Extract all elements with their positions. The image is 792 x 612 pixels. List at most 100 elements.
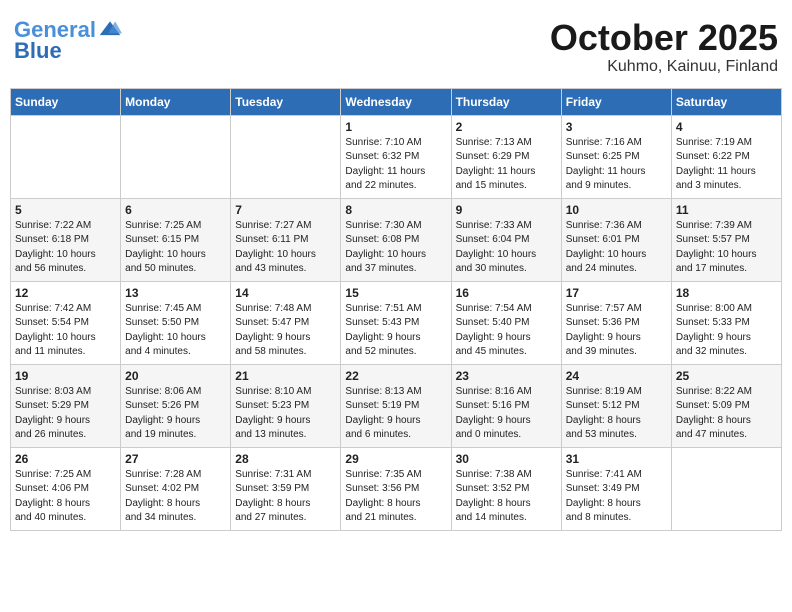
day-info: Sunrise: 7:33 AM Sunset: 6:04 PM Dayligh… — [456, 219, 557, 277]
day-info: Sunrise: 8:10 AM Sunset: 5:23 PM Dayligh… — [235, 385, 336, 443]
calendar-body: 1Sunrise: 7:10 AM Sunset: 6:32 PM Daylig… — [11, 115, 782, 530]
calendar-cell: 17 Sunrise: 7:57 AM Sunset: 5:36 PM Dayli… — [561, 281, 671, 364]
calendar-cell: 24 Sunrise: 8:19 AM Sunset: 5:12 PM Dayli… — [561, 364, 671, 447]
day-number: 29 — [345, 452, 446, 466]
calendar-cell: 8 Sunrise: 7:30 AM Sunset: 6:08 PM Daylig… — [341, 198, 451, 281]
day-number: 28 — [235, 452, 336, 466]
calendar-cell: 22 Sunrise: 8:13 AM Sunset: 5:19 PM Dayli… — [341, 364, 451, 447]
calendar-cell: 11 Sunrise: 7:39 AM Sunset: 5:57 PM Dayli… — [671, 198, 781, 281]
calendar-cell: 18 Sunrise: 8:00 AM Sunset: 5:33 PM Dayli… — [671, 281, 781, 364]
logo-icon — [98, 18, 122, 42]
calendar-table: SundayMondayTuesdayWednesdayThursdayFrid… — [10, 88, 782, 531]
day-number: 22 — [345, 369, 446, 383]
day-info: Sunrise: 7:25 AM Sunset: 4:06 PM Dayligh… — [15, 468, 116, 526]
day-number: 6 — [125, 203, 226, 217]
calendar-cell: 27 Sunrise: 7:28 AM Sunset: 4:02 PM Dayli… — [121, 447, 231, 530]
calendar-cell: 7 Sunrise: 7:27 AM Sunset: 6:11 PM Daylig… — [231, 198, 341, 281]
day-number: 14 — [235, 286, 336, 300]
weekday-header-saturday: Saturday — [671, 88, 781, 115]
day-number: 2 — [456, 120, 557, 134]
day-info: Sunrise: 7:38 AM Sunset: 3:52 PM Dayligh… — [456, 468, 557, 526]
day-info: Sunrise: 7:22 AM Sunset: 6:18 PM Dayligh… — [15, 219, 116, 277]
weekday-header-row: SundayMondayTuesdayWednesdayThursdayFrid… — [11, 88, 782, 115]
day-number: 27 — [125, 452, 226, 466]
day-info: Sunrise: 7:51 AM Sunset: 5:43 PM Dayligh… — [345, 302, 446, 360]
day-number: 24 — [566, 369, 667, 383]
day-info: Sunrise: 7:57 AM Sunset: 5:36 PM Dayligh… — [566, 302, 667, 360]
day-info: Sunrise: 7:48 AM Sunset: 5:47 PM Dayligh… — [235, 302, 336, 360]
day-info: Sunrise: 8:19 AM Sunset: 5:12 PM Dayligh… — [566, 385, 667, 443]
day-number: 3 — [566, 120, 667, 134]
day-info: Sunrise: 7:36 AM Sunset: 6:01 PM Dayligh… — [566, 219, 667, 277]
calendar-cell: 25 Sunrise: 8:22 AM Sunset: 5:09 PM Dayli… — [671, 364, 781, 447]
day-info: Sunrise: 7:30 AM Sunset: 6:08 PM Dayligh… — [345, 219, 446, 277]
day-info: Sunrise: 7:41 AM Sunset: 3:49 PM Dayligh… — [566, 468, 667, 526]
weekday-header-sunday: Sunday — [11, 88, 121, 115]
calendar-cell: 14 Sunrise: 7:48 AM Sunset: 5:47 PM Dayli… — [231, 281, 341, 364]
logo: General Blue — [14, 18, 122, 64]
day-number: 5 — [15, 203, 116, 217]
calendar-cell: 2 Sunrise: 7:13 AM Sunset: 6:29 PM Daylig… — [451, 115, 561, 198]
day-info: Sunrise: 7:27 AM Sunset: 6:11 PM Dayligh… — [235, 219, 336, 277]
calendar-cell: 10 Sunrise: 7:36 AM Sunset: 6:01 PM Dayli… — [561, 198, 671, 281]
day-info: Sunrise: 7:45 AM Sunset: 5:50 PM Dayligh… — [125, 302, 226, 360]
day-info: Sunrise: 7:10 AM Sunset: 6:32 PM Dayligh… — [345, 136, 446, 194]
calendar-cell: 6 Sunrise: 7:25 AM Sunset: 6:15 PM Daylig… — [121, 198, 231, 281]
calendar-cell: 16Sunrise: 7:54 AM Sunset: 5:40 PM Dayli… — [451, 281, 561, 364]
weekday-header-monday: Monday — [121, 88, 231, 115]
day-number: 7 — [235, 203, 336, 217]
day-number: 13 — [125, 286, 226, 300]
calendar-cell — [121, 115, 231, 198]
calendar-cell: 26Sunrise: 7:25 AM Sunset: 4:06 PM Dayli… — [11, 447, 121, 530]
day-info: Sunrise: 7:28 AM Sunset: 4:02 PM Dayligh… — [125, 468, 226, 526]
day-number: 10 — [566, 203, 667, 217]
calendar-week-0: 1Sunrise: 7:10 AM Sunset: 6:32 PM Daylig… — [11, 115, 782, 198]
calendar-cell: 23Sunrise: 8:16 AM Sunset: 5:16 PM Dayli… — [451, 364, 561, 447]
day-number: 21 — [235, 369, 336, 383]
day-info: Sunrise: 8:22 AM Sunset: 5:09 PM Dayligh… — [676, 385, 777, 443]
day-info: Sunrise: 7:31 AM Sunset: 3:59 PM Dayligh… — [235, 468, 336, 526]
calendar-cell: 12Sunrise: 7:42 AM Sunset: 5:54 PM Dayli… — [11, 281, 121, 364]
day-info: Sunrise: 7:25 AM Sunset: 6:15 PM Dayligh… — [125, 219, 226, 277]
calendar-cell: 19Sunrise: 8:03 AM Sunset: 5:29 PM Dayli… — [11, 364, 121, 447]
day-number: 16 — [456, 286, 557, 300]
calendar-week-4: 26Sunrise: 7:25 AM Sunset: 4:06 PM Dayli… — [11, 447, 782, 530]
day-number: 4 — [676, 120, 777, 134]
day-number: 8 — [345, 203, 446, 217]
day-number: 31 — [566, 452, 667, 466]
day-number: 17 — [566, 286, 667, 300]
calendar-cell: 28 Sunrise: 7:31 AM Sunset: 3:59 PM Dayli… — [231, 447, 341, 530]
day-info: Sunrise: 7:16 AM Sunset: 6:25 PM Dayligh… — [566, 136, 667, 194]
day-number: 18 — [676, 286, 777, 300]
weekday-header-wednesday: Wednesday — [341, 88, 451, 115]
location-title: Kuhmo, Kainuu, Finland — [550, 58, 778, 76]
calendar-cell — [671, 447, 781, 530]
day-info: Sunrise: 7:19 AM Sunset: 6:22 PM Dayligh… — [676, 136, 777, 194]
day-info: Sunrise: 7:39 AM Sunset: 5:57 PM Dayligh… — [676, 219, 777, 277]
calendar-cell — [231, 115, 341, 198]
day-info: Sunrise: 7:35 AM Sunset: 3:56 PM Dayligh… — [345, 468, 446, 526]
day-info: Sunrise: 8:13 AM Sunset: 5:19 PM Dayligh… — [345, 385, 446, 443]
day-number: 15 — [345, 286, 446, 300]
calendar-week-2: 12Sunrise: 7:42 AM Sunset: 5:54 PM Dayli… — [11, 281, 782, 364]
day-info: Sunrise: 8:00 AM Sunset: 5:33 PM Dayligh… — [676, 302, 777, 360]
calendar-cell: 1Sunrise: 7:10 AM Sunset: 6:32 PM Daylig… — [341, 115, 451, 198]
calendar-cell: 29 Sunrise: 7:35 AM Sunset: 3:56 PM Dayli… — [341, 447, 451, 530]
day-number: 9 — [456, 203, 557, 217]
day-number: 30 — [456, 452, 557, 466]
calendar-cell: 4 Sunrise: 7:19 AM Sunset: 6:22 PM Daylig… — [671, 115, 781, 198]
calendar-cell: 3 Sunrise: 7:16 AM Sunset: 6:25 PM Daylig… — [561, 115, 671, 198]
day-info: Sunrise: 7:13 AM Sunset: 6:29 PM Dayligh… — [456, 136, 557, 194]
day-number: 11 — [676, 203, 777, 217]
calendar-cell — [11, 115, 121, 198]
day-number: 12 — [15, 286, 116, 300]
day-info: Sunrise: 8:03 AM Sunset: 5:29 PM Dayligh… — [15, 385, 116, 443]
calendar-cell: 5 Sunrise: 7:22 AM Sunset: 6:18 PM Daylig… — [11, 198, 121, 281]
title-block: October 2025 Kuhmo, Kainuu, Finland — [550, 18, 778, 76]
calendar-cell: 20Sunrise: 8:06 AM Sunset: 5:26 PM Dayli… — [121, 364, 231, 447]
weekday-header-thursday: Thursday — [451, 88, 561, 115]
day-number: 20 — [125, 369, 226, 383]
calendar-week-3: 19Sunrise: 8:03 AM Sunset: 5:29 PM Dayli… — [11, 364, 782, 447]
day-number: 25 — [676, 369, 777, 383]
weekday-header-tuesday: Tuesday — [231, 88, 341, 115]
